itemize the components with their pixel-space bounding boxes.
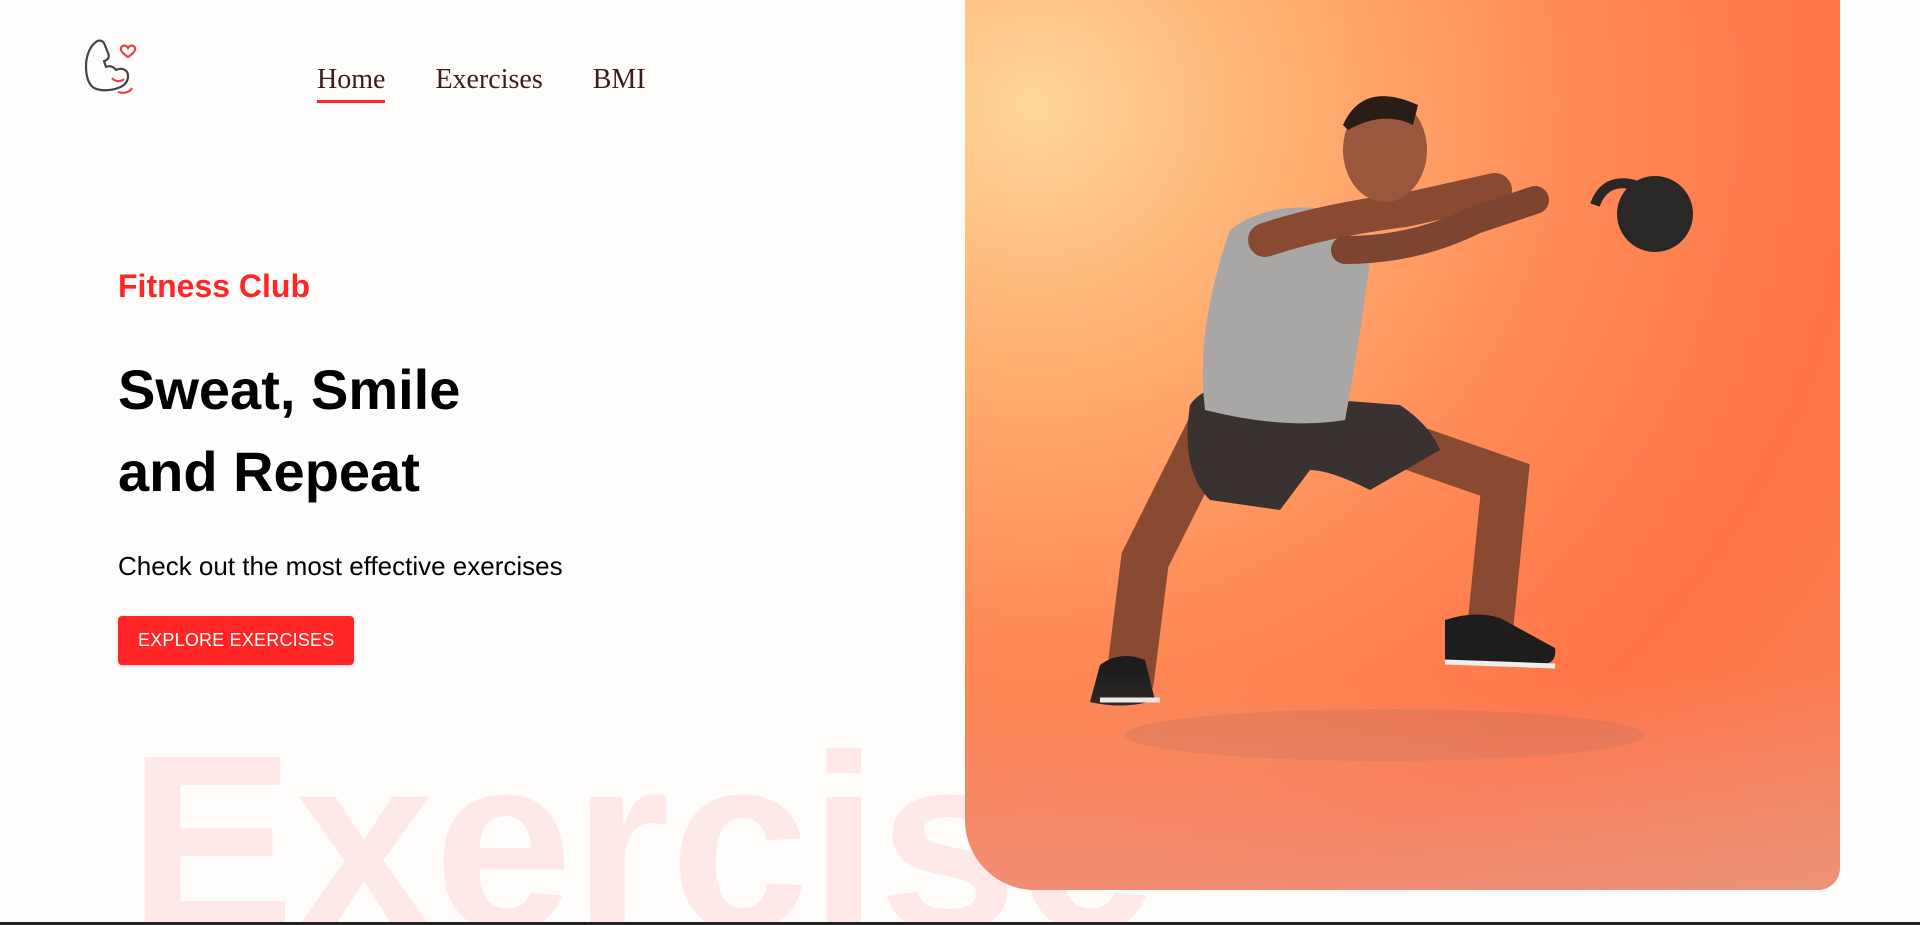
nav-exercises-link[interactable]: Exercises — [435, 64, 542, 103]
hero-text-block: Fitness Club Sweat, Smile and Repeat Che… — [118, 268, 918, 665]
main-nav: Home Exercises BMI — [317, 64, 646, 103]
explore-exercises-button[interactable]: EXPLORE EXERCISES — [118, 616, 355, 665]
photo-floor-glow — [965, 670, 1840, 890]
hero-headline-line-1: Sweat, Smile — [118, 358, 461, 421]
hero-headline-line-2: and Repeat — [118, 440, 420, 503]
hero-headline: Sweat, Smile and Repeat — [118, 349, 918, 513]
hero-subtitle: Check out the most effective exercises — [118, 551, 563, 581]
nav-home-link[interactable]: Home — [317, 64, 386, 103]
nav-bmi-link[interactable]: BMI — [593, 64, 646, 103]
kettlebell-athlete-photo — [965, 0, 1840, 890]
landing-page: Home Exercises BMI Fitness Club Sweat, S… — [0, 0, 1920, 925]
hero-kicker: Fitness Club — [118, 268, 311, 304]
flexed-arm-heart-icon[interactable] — [78, 34, 144, 100]
